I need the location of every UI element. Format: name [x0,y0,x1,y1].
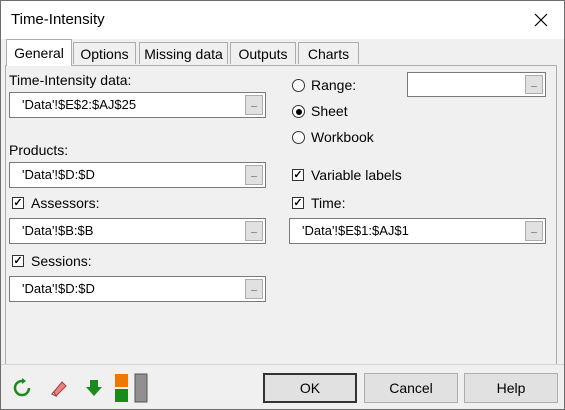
time-field[interactable]: 'Data'!$E$1:$AJ$1 _ [289,218,546,244]
ti-data-picker-button[interactable]: _ [245,95,263,115]
radio-selected-dot [295,108,302,115]
assessors-value: 'Data'!$B:$B [22,223,94,238]
assessors-label: Assessors: [31,195,100,211]
sessions-value: 'Data'!$D:$D [22,281,95,296]
variable-labels-label: Variable labels [311,167,402,183]
layout-button[interactable] [111,373,151,403]
range-radio[interactable] [292,79,305,92]
sessions-field[interactable]: 'Data'!$D:$D _ [9,276,266,302]
range-field[interactable]: _ [407,72,546,97]
dialog-window: Time-Intensity General Options Missing d… [0,0,565,410]
clear-button[interactable] [45,373,71,403]
ti-data-value: 'Data'!$E$2:$AJ$25 [22,97,137,112]
footer-separator [1,364,564,365]
ti-data-field[interactable]: 'Data'!$E$2:$AJ$25 _ [9,92,266,118]
ti-data-label: Time-Intensity data: [9,72,132,88]
products-picker-button[interactable]: _ [245,165,263,185]
products-label: Products: [9,142,69,158]
down-arrow-icon [86,380,102,396]
title-bar: Time-Intensity [1,1,564,39]
window-title: Time-Intensity [11,11,105,28]
products-value: 'Data'!$D:$D [22,167,95,182]
range-label: Range: [311,77,357,93]
workbook-label: Workbook [311,129,374,145]
tab-charts[interactable]: Charts [298,42,359,64]
tab-general[interactable]: General [6,39,72,66]
down-button[interactable] [81,373,107,403]
assessors-picker-button[interactable]: _ [245,221,263,241]
assessors-checkbox[interactable]: ✓ [12,197,24,209]
workbook-radio[interactable] [292,131,305,144]
close-icon [534,13,548,27]
cancel-button[interactable]: Cancel [364,373,458,403]
sessions-checkbox[interactable]: ✓ [12,255,24,267]
tab-options[interactable]: Options [73,42,136,64]
time-label: Time: [311,195,346,211]
reset-button[interactable] [9,373,35,403]
range-picker-button[interactable]: _ [525,75,543,94]
eraser-icon [51,381,67,398]
close-button[interactable] [518,1,564,39]
tab-outputs[interactable]: Outputs [230,42,296,64]
layout-icon [115,373,148,403]
help-button[interactable]: Help [464,373,558,403]
time-checkbox[interactable]: ✓ [292,197,304,209]
time-picker-button[interactable]: _ [525,221,543,241]
variable-labels-checkbox[interactable]: ✓ [292,169,304,181]
sheet-label: Sheet [311,103,348,119]
time-value: 'Data'!$E$1:$AJ$1 [302,223,409,238]
reset-icon [13,378,31,397]
products-field[interactable]: 'Data'!$D:$D _ [9,162,266,188]
ok-button[interactable]: OK [263,373,357,403]
assessors-field[interactable]: 'Data'!$B:$B _ [9,218,266,244]
tab-missing-data[interactable]: Missing data [139,42,228,64]
sessions-picker-button[interactable]: _ [245,279,263,299]
sheet-radio[interactable] [292,105,305,118]
sessions-label: Sessions: [31,253,92,269]
